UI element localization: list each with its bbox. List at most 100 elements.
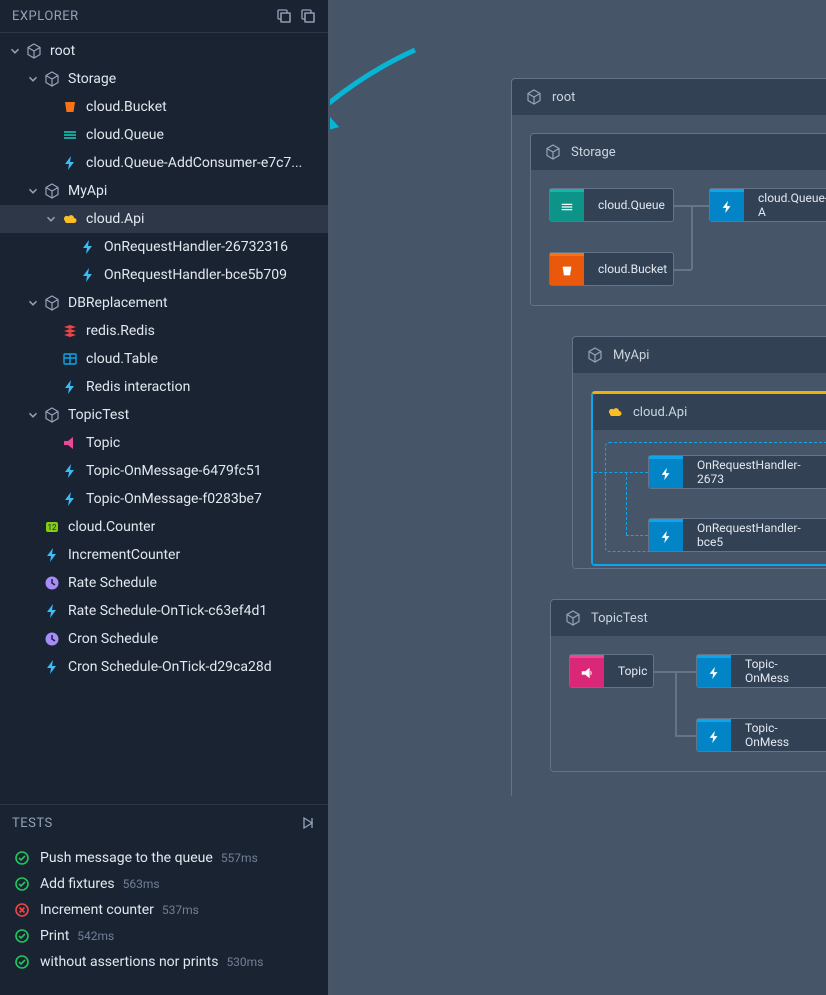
canvas-queue-box[interactable]: cloud.Queue	[549, 188, 674, 222]
test-name: Increment counter	[40, 902, 154, 918]
canvas-handler2-box[interactable]: OnRequestHandler-bce5	[648, 518, 826, 552]
tree-item[interactable]: DBReplacement	[0, 289, 328, 317]
tree-item[interactable]: Rate Schedule	[0, 569, 328, 597]
tree-item[interactable]: 12cloud.Counter	[0, 513, 328, 541]
explorer-header: EXPLORER	[0, 0, 328, 33]
tree-item-label: cloud.Bucket	[86, 99, 167, 115]
tree-item[interactable]: OnRequestHandler-26732316	[0, 233, 328, 261]
tree-item-label: Cron Schedule	[68, 631, 158, 647]
collapse-icon[interactable]	[276, 8, 292, 24]
topic-icon	[570, 655, 604, 687]
bolt-icon	[62, 155, 78, 171]
tree-item-label: cloud.Table	[86, 351, 158, 367]
tests-section: TESTS Push message to the queue557msAdd …	[0, 804, 328, 995]
canvas-handler1-box[interactable]: OnRequestHandler-2673	[648, 455, 826, 489]
tree-item[interactable]: cloud.Bucket	[0, 93, 328, 121]
tree-item[interactable]: cloud.Queue	[0, 121, 328, 149]
canvas-myapi-label: MyApi	[613, 348, 649, 363]
tree-item[interactable]: redis.Redis	[0, 317, 328, 345]
bucket-icon	[62, 99, 78, 115]
tree-item[interactable]: Cron Schedule	[0, 625, 328, 653]
tree-item[interactable]: Topic	[0, 429, 328, 457]
tree-item[interactable]: MyApi	[0, 177, 328, 205]
canvas-storage-node[interactable]: Storage cloud.Queue cloud.Bucket cloud.Q…	[530, 133, 826, 306]
test-item[interactable]: Print 542ms	[0, 923, 328, 949]
tree-item-label: OnRequestHandler-26732316	[104, 239, 288, 255]
canvas-api-container[interactable]: cloud.Api OnRequestHandler-2673 On	[591, 391, 826, 566]
tree-item[interactable]: OnRequestHandler-bce5b709	[0, 261, 328, 289]
cube-icon	[26, 43, 42, 59]
test-time: 542ms	[77, 929, 114, 943]
test-name: Print	[40, 928, 69, 944]
canvas-root-node[interactable]: root Storage cloud.Queue cloud.Bucket	[511, 78, 826, 798]
cube-icon	[587, 347, 603, 363]
bolt-icon	[649, 519, 683, 551]
tree-item[interactable]: Topic-OnMessage-f0283be7	[0, 485, 328, 513]
canvas[interactable]: root Storage cloud.Queue cloud.Bucket	[330, 0, 826, 995]
canvas-queue-consumer-box[interactable]: cloud.Queue-A	[709, 188, 826, 222]
tree-item[interactable]: IncrementCounter	[0, 541, 328, 569]
cloud-icon	[62, 211, 78, 227]
tree-item-label: cloud.Queue	[86, 127, 164, 143]
tree-item-label: Cron Schedule-OnTick-d29ca28d	[68, 659, 272, 675]
table-icon	[62, 351, 78, 367]
topic-icon	[62, 435, 78, 451]
chevron-down-icon	[26, 296, 40, 310]
tree-item-label: IncrementCounter	[68, 547, 180, 563]
canvas-bucket-box[interactable]: cloud.Bucket	[549, 252, 674, 286]
test-pass-icon	[14, 928, 30, 944]
test-item[interactable]: without assertions nor prints 530ms	[0, 949, 328, 975]
tree-item[interactable]: Storage	[0, 65, 328, 93]
canvas-topic-box[interactable]: Topic	[569, 654, 654, 688]
counter-icon: 12	[44, 519, 60, 535]
tree-item[interactable]: root	[0, 37, 328, 65]
cube-icon	[565, 610, 581, 626]
tree-item[interactable]: cloud.Table	[0, 345, 328, 373]
test-time: 530ms	[226, 955, 263, 969]
test-name: without assertions nor prints	[40, 954, 218, 970]
bolt-icon	[80, 239, 96, 255]
tree-item-label: Rate Schedule-OnTick-c63ef4d1	[68, 603, 267, 619]
bolt-icon	[649, 456, 683, 488]
tree-item[interactable]: Rate Schedule-OnTick-c63ef4d1	[0, 597, 328, 625]
annotation-arrow	[330, 35, 430, 135]
tree-item[interactable]: cloud.Queue-AddConsumer-e7c7...	[0, 149, 328, 177]
chevron-down-icon	[26, 408, 40, 422]
clock-icon	[44, 631, 60, 647]
bolt-icon	[62, 463, 78, 479]
queue-icon	[550, 189, 584, 221]
test-item[interactable]: Push message to the queue557ms	[0, 845, 328, 871]
test-time: 563ms	[123, 877, 160, 891]
tests-list: Push message to the queue557msAdd fixtur…	[0, 841, 328, 995]
chevron-down-icon	[26, 184, 40, 198]
tree-item[interactable]: Redis interaction	[0, 373, 328, 401]
tree-item[interactable]: Cron Schedule-OnTick-d29ca28d	[0, 653, 328, 681]
tree-item[interactable]: cloud.Api	[0, 205, 328, 233]
test-time: 537ms	[162, 903, 199, 917]
tree-item-label: MyApi	[68, 183, 107, 199]
test-item[interactable]: Increment counter 537ms	[0, 897, 328, 923]
chevron-down-icon	[44, 212, 58, 226]
cube-icon	[44, 295, 60, 311]
canvas-topic-msg1-box[interactable]: Topic-OnMess	[696, 654, 826, 688]
tree-item[interactable]: Topic-OnMessage-6479fc51	[0, 457, 328, 485]
tree-item-label: Topic-OnMessage-6479fc51	[86, 463, 262, 479]
queue-icon	[62, 127, 78, 143]
bolt-icon	[44, 547, 60, 563]
tree-item[interactable]: TopicTest	[0, 401, 328, 429]
expand-icon[interactable]	[300, 8, 316, 24]
canvas-topictest-node[interactable]: TopicTest Topic Topic-OnMess Topic-OnMes…	[550, 599, 826, 772]
canvas-myapi-node[interactable]: MyApi cloud.Api OnRequestHandler-2	[572, 336, 826, 569]
bolt-icon	[697, 655, 731, 687]
test-pass-icon	[14, 850, 30, 866]
test-time: 557ms	[221, 851, 258, 865]
chevron-down-icon	[8, 44, 22, 58]
canvas-topic-msg2-box[interactable]: Topic-OnMess	[696, 718, 826, 752]
test-item[interactable]: Add fixtures563ms	[0, 871, 328, 897]
tree-item-label: TopicTest	[68, 407, 129, 423]
cube-icon	[44, 71, 60, 87]
bolt-icon	[44, 659, 60, 675]
explorer-tree: root Storage cloud.Bucket cloud.Queue cloud.…	[0, 33, 328, 804]
tree-item-label: root	[50, 43, 75, 59]
run-tests-icon[interactable]	[300, 815, 316, 831]
